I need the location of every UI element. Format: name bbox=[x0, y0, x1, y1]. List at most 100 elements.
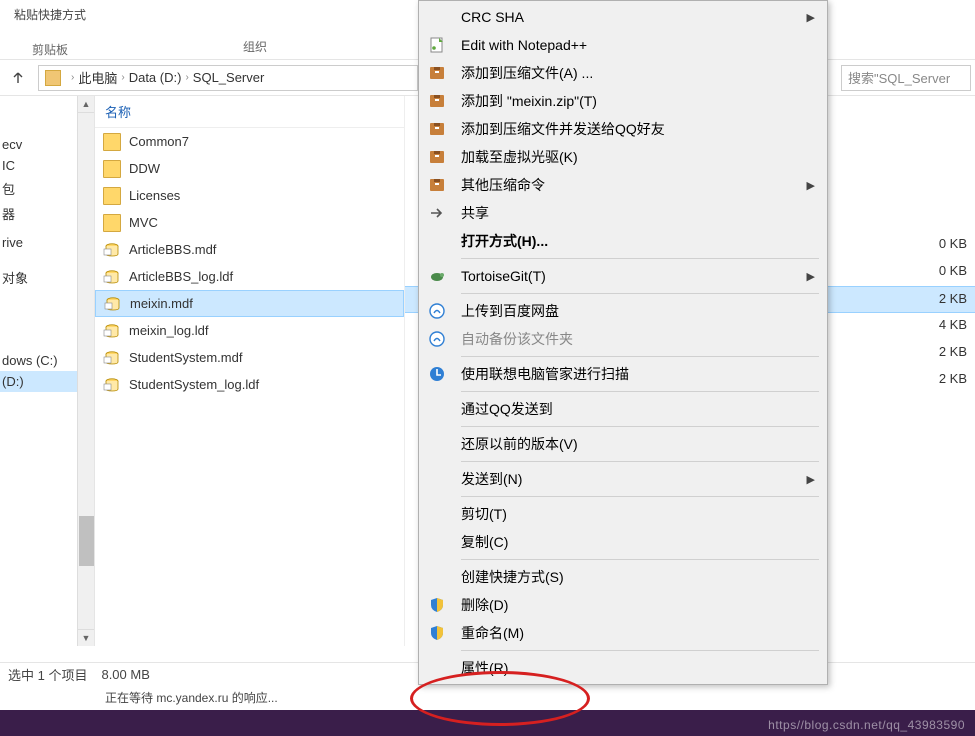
menu-label: 删除(D) bbox=[461, 595, 815, 615]
menu-item[interactable]: 重命名(M) bbox=[419, 619, 827, 647]
blank-icon bbox=[427, 7, 447, 27]
archive-icon bbox=[427, 63, 447, 83]
file-row[interactable]: ArticleBBS_log.ldf bbox=[95, 263, 404, 290]
menu-label: 其他压缩命令 bbox=[461, 175, 807, 195]
file-name: meixin_log.ldf bbox=[129, 323, 209, 338]
database-file-icon bbox=[103, 376, 121, 394]
file-name: Licenses bbox=[129, 188, 180, 203]
menu-item[interactable]: 复制(C) bbox=[419, 528, 827, 556]
archive-icon bbox=[427, 147, 447, 167]
column-header-name[interactable]: 名称 bbox=[95, 96, 404, 128]
folder-icon bbox=[103, 187, 121, 205]
menu-item[interactable]: 共享 bbox=[419, 199, 827, 227]
file-row[interactable]: Common7 bbox=[95, 128, 404, 155]
status-selected: 选中 1 个项目 bbox=[8, 665, 87, 684]
file-row[interactable]: Licenses bbox=[95, 182, 404, 209]
file-row[interactable]: StudentSystem.mdf bbox=[95, 344, 404, 371]
menu-separator bbox=[461, 258, 819, 259]
menu-separator bbox=[461, 496, 819, 497]
blank-icon bbox=[427, 658, 447, 678]
menu-item[interactable]: 打开方式(H)... bbox=[419, 227, 827, 255]
file-row[interactable]: ArticleBBS.mdf bbox=[95, 236, 404, 263]
menu-item[interactable]: CRC SHA▶ bbox=[419, 3, 827, 31]
menu-item[interactable]: 自动备份该文件夹 bbox=[419, 325, 827, 353]
database-file-icon bbox=[104, 295, 122, 313]
shield-icon bbox=[427, 623, 447, 643]
menu-label: 复制(C) bbox=[461, 532, 815, 552]
folder-icon bbox=[103, 160, 121, 178]
paste-shortcut-label[interactable]: 粘贴快捷方式 bbox=[0, 6, 100, 23]
folder-icon bbox=[45, 70, 61, 86]
share-icon bbox=[427, 203, 447, 223]
breadcrumb[interactable]: › 此电脑 › Data (D:) › SQL_Server bbox=[38, 65, 418, 91]
breadcrumb-drive[interactable]: Data (D:) bbox=[129, 70, 182, 85]
menu-separator bbox=[461, 650, 819, 651]
menu-item[interactable]: TortoiseGit(T)▶ bbox=[419, 262, 827, 290]
scroll-down-button[interactable]: ▼ bbox=[78, 629, 94, 646]
menu-separator bbox=[461, 559, 819, 560]
archive-icon bbox=[427, 119, 447, 139]
menu-item[interactable]: 添加到 "meixin.zip"(T) bbox=[419, 87, 827, 115]
sidebar-scrollbar[interactable]: ▲ ▼ bbox=[77, 96, 94, 646]
menu-item[interactable]: 添加到压缩文件并发送给QQ好友 bbox=[419, 115, 827, 143]
blank-icon bbox=[427, 567, 447, 587]
menu-separator bbox=[461, 356, 819, 357]
menu-label: 发送到(N) bbox=[461, 469, 807, 489]
database-file-icon bbox=[103, 241, 121, 259]
bottom-strip: https//blog.csdn.net/qq_43983590 bbox=[0, 710, 975, 736]
file-name: ArticleBBS.mdf bbox=[129, 242, 216, 257]
tortoise-icon bbox=[427, 266, 447, 286]
scroll-thumb[interactable] bbox=[79, 516, 94, 566]
archive-icon bbox=[427, 91, 447, 111]
file-row[interactable]: StudentSystem_log.ldf bbox=[95, 371, 404, 398]
menu-item[interactable]: 属性(R) bbox=[419, 654, 827, 682]
submenu-arrow-icon: ▶ bbox=[807, 270, 815, 283]
menu-separator bbox=[461, 461, 819, 462]
database-file-icon bbox=[103, 349, 121, 367]
menu-item[interactable]: 创建快捷方式(S) bbox=[419, 563, 827, 591]
menu-label: 使用联想电脑管家进行扫描 bbox=[461, 364, 815, 384]
scroll-up-button[interactable]: ▲ bbox=[78, 96, 94, 113]
menu-label: 打开方式(H)... bbox=[461, 231, 815, 251]
name-column: 名称 Common7 DDW Licenses MVC ArticleBBS.mdf Ar… bbox=[95, 96, 405, 646]
database-file-icon bbox=[103, 268, 121, 286]
file-row[interactable]: meixin.mdf bbox=[95, 290, 404, 317]
menu-label: 添加到 "meixin.zip"(T) bbox=[461, 91, 815, 111]
menu-item[interactable]: 其他压缩命令▶ bbox=[419, 171, 827, 199]
nav-up-button[interactable] bbox=[4, 64, 32, 92]
search-placeholder: 搜索"SQL_Server bbox=[848, 68, 950, 87]
submenu-arrow-icon: ▶ bbox=[807, 473, 815, 486]
organize-group-label: 组织 bbox=[100, 0, 410, 59]
menu-item[interactable]: 剪切(T) bbox=[419, 500, 827, 528]
search-input[interactable]: 搜索"SQL_Server bbox=[841, 65, 971, 91]
menu-item[interactable]: 删除(D) bbox=[419, 591, 827, 619]
menu-label: 添加到压缩文件并发送给QQ好友 bbox=[461, 119, 815, 139]
menu-label: 属性(R) bbox=[461, 658, 815, 678]
menu-item[interactable]: 发送到(N)▶ bbox=[419, 465, 827, 493]
breadcrumb-folder[interactable]: SQL_Server bbox=[193, 70, 265, 85]
menu-item[interactable]: 还原以前的版本(V) bbox=[419, 430, 827, 458]
blank-icon bbox=[427, 469, 447, 489]
menu-label: 上传到百度网盘 bbox=[461, 301, 815, 321]
chevron-right-icon: › bbox=[121, 72, 124, 83]
baidu-icon bbox=[427, 301, 447, 321]
file-row[interactable]: meixin_log.ldf bbox=[95, 317, 404, 344]
file-name: DDW bbox=[129, 161, 160, 176]
shield-icon bbox=[427, 595, 447, 615]
archive-icon bbox=[427, 175, 447, 195]
menu-item[interactable]: 上传到百度网盘 bbox=[419, 297, 827, 325]
file-row[interactable]: DDW bbox=[95, 155, 404, 182]
file-name: ArticleBBS_log.ldf bbox=[129, 269, 233, 284]
blank-icon bbox=[427, 532, 447, 552]
breadcrumb-thispc[interactable]: 此电脑 bbox=[78, 68, 117, 87]
menu-item[interactable]: 加载至虚拟光驱(K) bbox=[419, 143, 827, 171]
menu-item[interactable]: Edit with Notepad++ bbox=[419, 31, 827, 59]
menu-item[interactable]: 添加到压缩文件(A) ... bbox=[419, 59, 827, 87]
blank-icon bbox=[427, 434, 447, 454]
menu-item[interactable]: 通过QQ发送到 bbox=[419, 395, 827, 423]
ribbon-clipboard-group: 粘贴快捷方式 剪贴板 bbox=[0, 0, 100, 59]
file-row[interactable]: MVC bbox=[95, 209, 404, 236]
menu-item[interactable]: 使用联想电脑管家进行扫描 bbox=[419, 360, 827, 388]
loading-status: 正在等待 mc.yandex.ru 的响应... bbox=[105, 686, 278, 708]
nav-sidebar[interactable]: 📌 📌 ecvIC包器rive对象dows (C:) (D:) ▲ ▼ bbox=[0, 96, 95, 646]
